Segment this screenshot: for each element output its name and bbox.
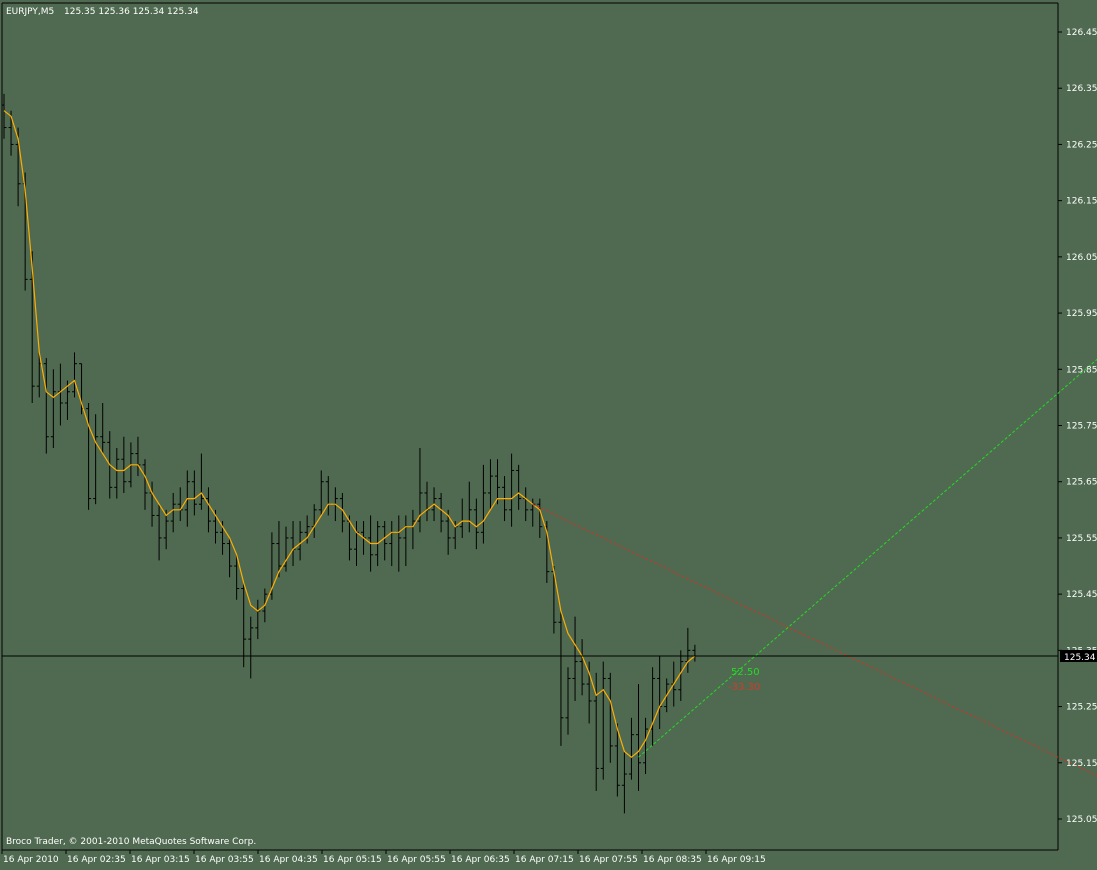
y-tick-label: 126.15 — [1066, 197, 1097, 207]
x-tick-label: 16 Apr 02:35 — [67, 855, 126, 865]
y-tick-label: 126.45 — [1066, 28, 1097, 38]
x-tick-label: 16 Apr 07:15 — [515, 855, 574, 865]
trend-down-label: -33.30 — [728, 682, 760, 693]
trend-up-label: 52.50 — [731, 667, 760, 678]
x-tick-label: 16 Apr 06:35 — [451, 855, 510, 865]
y-tick-label: 126.25 — [1066, 140, 1097, 150]
current-price-tag-text: 125.34 — [1064, 653, 1096, 663]
chart-background — [0, 0, 1097, 866]
y-tick-label: 125.75 — [1066, 422, 1097, 432]
y-tick-label: 125.45 — [1066, 590, 1097, 600]
x-tick-label: 16 Apr 2010 — [3, 855, 59, 865]
y-tick-label: 125.55 — [1066, 534, 1097, 544]
price-chart[interactable]: 126.45 126.35 126.25 126.15 126.05 125.95 125.… — [0, 0, 1097, 866]
chart-window[interactable]: 126.45 126.35 126.25 126.15 126.05 125.95 125.… — [0, 0, 1097, 866]
y-tick-label: 126.05 — [1066, 253, 1097, 263]
y-tick-label: 126.35 — [1066, 84, 1097, 94]
x-tick-label: 16 Apr 08:35 — [643, 855, 702, 865]
y-tick-label: 125.95 — [1066, 309, 1097, 319]
quote-values: 125.35 125.36 125.34 125.34 — [64, 7, 199, 17]
x-tick-label: 16 Apr 07:55 — [579, 855, 638, 865]
y-tick-label: 125.15 — [1066, 759, 1097, 769]
x-tick-label: 16 Apr 05:55 — [387, 855, 446, 865]
symbol-title: EURJPY,M5 — [6, 7, 54, 17]
x-tick-label: 16 Apr 03:15 — [131, 855, 190, 865]
y-tick-label: 125.25 — [1066, 703, 1097, 713]
x-tick-label: 16 Apr 09:15 — [707, 855, 766, 865]
x-tick-label: 16 Apr 03:55 — [195, 855, 254, 865]
y-tick-label: 125.85 — [1066, 365, 1097, 375]
x-tick-label: 16 Apr 05:15 — [323, 855, 382, 865]
y-tick-label: 125.05 — [1066, 815, 1097, 825]
x-tick-label: 16 Apr 04:35 — [259, 855, 318, 865]
y-tick-label: 125.65 — [1066, 478, 1097, 488]
copyright-text: Broco Trader, © 2001-2010 MetaQuotes Sof… — [6, 837, 256, 847]
